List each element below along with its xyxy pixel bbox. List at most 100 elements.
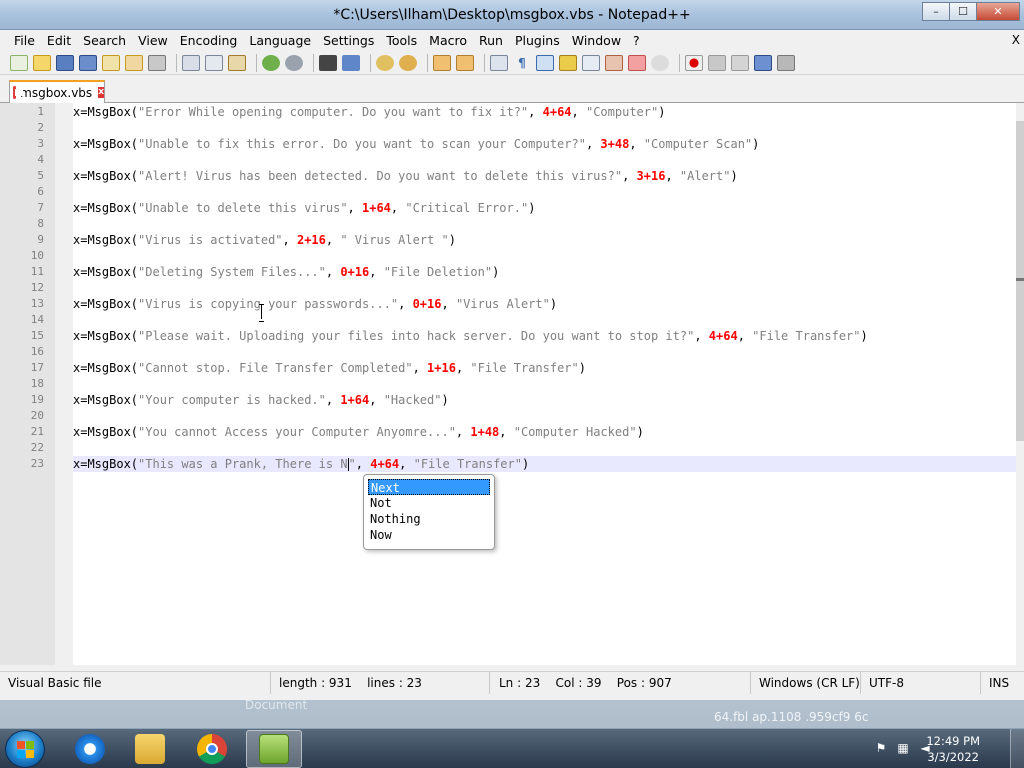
menu-tools[interactable]: Tools [380, 33, 423, 48]
sync-horizontal-icon[interactable] [456, 54, 474, 71]
code-line[interactable] [73, 440, 1016, 456]
record-macro-icon[interactable] [685, 54, 703, 71]
show-desktop-button[interactable] [1010, 729, 1024, 768]
function-call-token: x=MsgBox( [73, 329, 139, 343]
save-icon[interactable] [56, 54, 74, 71]
network-icon[interactable]: ▦ [896, 741, 910, 755]
menu-file[interactable]: File [8, 33, 41, 48]
redo-icon[interactable] [285, 54, 303, 71]
stop-macro-icon[interactable] [708, 54, 726, 71]
code-line[interactable]: x=MsgBox("Deleting System Files...", 0+1… [73, 264, 1016, 280]
menu-search[interactable]: Search [77, 33, 132, 48]
separator-token: , [325, 233, 341, 247]
code-line[interactable] [73, 344, 1016, 360]
action-center-flag-icon[interactable]: ⚑ [874, 741, 888, 755]
code-line[interactable] [73, 120, 1016, 136]
code-line[interactable]: x=MsgBox("This was a Prank, There is N",… [73, 456, 1016, 472]
taskbar-file-explorer[interactable] [122, 730, 178, 768]
new-file-icon[interactable] [10, 54, 28, 71]
menu-language[interactable]: Language [243, 33, 317, 48]
title-bar[interactable]: *C:\Users\Ilham\Desktop\msgbox.vbs - Not… [0, 0, 1024, 30]
code-line[interactable]: x=MsgBox("Please wait. Uploading your fi… [73, 328, 1016, 344]
zoom-out-icon[interactable] [399, 54, 417, 71]
maximize-button[interactable]: ☐ [949, 2, 977, 21]
monitoring-icon[interactable] [651, 54, 669, 71]
status-encoding[interactable]: UTF-8 [861, 672, 981, 694]
replace-icon[interactable] [342, 54, 360, 71]
code-line[interactable]: x=MsgBox("Alert! Virus has been detected… [73, 168, 1016, 184]
menu-macro[interactable]: Macro [423, 33, 473, 48]
save-all-icon[interactable] [79, 54, 97, 71]
copy-icon[interactable] [205, 54, 223, 71]
close-button[interactable]: ✕ [976, 2, 1020, 21]
status-eol[interactable]: Windows (CR LF) [751, 672, 861, 694]
code-area[interactable]: x=MsgBox("Error While opening computer. … [73, 104, 1016, 665]
function-list-icon[interactable] [605, 54, 623, 71]
indent-guide-icon[interactable] [536, 54, 554, 71]
tab-close-icon[interactable]: x [98, 87, 104, 98]
code-line[interactable]: x=MsgBox("Unable to delete this virus", … [73, 200, 1016, 216]
code-line[interactable] [73, 280, 1016, 296]
toolbar-separator [176, 53, 177, 72]
system-clock[interactable]: 12:49 PM 3/3/2022 [926, 733, 980, 765]
code-line[interactable] [73, 376, 1016, 392]
status-insert-mode[interactable]: INS [981, 672, 1024, 694]
toolbar-separator [370, 53, 371, 72]
folder-workspace-icon[interactable] [628, 54, 646, 71]
code-line[interactable] [73, 248, 1016, 264]
code-line[interactable]: x=MsgBox("Error While opening computer. … [73, 104, 1016, 120]
menu-view[interactable]: View [132, 33, 174, 48]
taskbar-notepad-plus-plus[interactable] [246, 730, 302, 768]
taskbar-chrome[interactable] [184, 730, 240, 768]
save-macro-icon[interactable] [777, 54, 795, 71]
paste-icon[interactable] [228, 54, 246, 71]
user-language-icon[interactable] [559, 54, 577, 71]
word-wrap-icon[interactable] [490, 54, 508, 71]
line-number: 8 [37, 217, 44, 230]
find-icon[interactable] [319, 54, 337, 71]
code-line[interactable] [73, 216, 1016, 232]
code-line[interactable]: x=MsgBox("Unable to fix this error. Do y… [73, 136, 1016, 152]
document-map-icon[interactable] [582, 54, 600, 71]
sync-vertical-icon[interactable] [433, 54, 451, 71]
close-file-icon[interactable] [102, 54, 120, 71]
autocomplete-item[interactable]: Not [368, 495, 490, 511]
code-line[interactable]: x=MsgBox("Virus is copying your password… [73, 296, 1016, 312]
minimize-button[interactable]: – [922, 2, 950, 21]
zoom-in-icon[interactable] [376, 54, 394, 71]
play-macro-icon[interactable] [731, 54, 749, 71]
print-icon[interactable] [148, 54, 166, 71]
code-line[interactable]: x=MsgBox("Your computer is hacked.", 1+6… [73, 392, 1016, 408]
autocomplete-item[interactable]: Now [368, 527, 490, 543]
menu-plugins[interactable]: Plugins [509, 33, 566, 48]
close-all-icon[interactable] [125, 54, 143, 71]
menu-edit[interactable]: Edit [41, 33, 77, 48]
menu-settings[interactable]: Settings [317, 33, 380, 48]
open-file-icon[interactable] [33, 54, 51, 71]
code-line[interactable]: x=MsgBox("Cannot stop. File Transfer Com… [73, 360, 1016, 376]
document-close-icon[interactable]: X [1012, 33, 1020, 47]
scrollbar-thumb[interactable] [1016, 121, 1024, 441]
taskbar-internet-explorer[interactable] [62, 730, 118, 768]
code-line[interactable] [73, 408, 1016, 424]
undo-icon[interactable] [262, 54, 280, 71]
menu-encoding[interactable]: Encoding [174, 33, 244, 48]
tab-msgbox-vbs[interactable]: msgbox.vbs x [9, 80, 105, 103]
menu-help[interactable]: ? [627, 33, 646, 48]
show-all-characters-icon[interactable]: ¶ [513, 54, 531, 71]
autocomplete-item[interactable]: Nothing [368, 511, 490, 527]
scrollbar-grip [1016, 278, 1024, 281]
vertical-scrollbar[interactable] [1016, 103, 1024, 665]
menu-window[interactable]: Window [566, 33, 627, 48]
autocomplete-item[interactable]: Next [368, 479, 490, 495]
start-button[interactable] [5, 730, 45, 768]
code-line[interactable] [73, 312, 1016, 328]
code-editor[interactable]: 1 2 3 4 5 6 7 8 9 10 11 12 13 14 15 16 17 18 19 20 21 22 23 x=… [0, 103, 1024, 665]
run-macro-multiple-icon[interactable] [754, 54, 772, 71]
code-line[interactable] [73, 184, 1016, 200]
code-line[interactable]: x=MsgBox("Virus is activated", 2+16, " V… [73, 232, 1016, 248]
cut-icon[interactable] [182, 54, 200, 71]
code-line[interactable] [73, 152, 1016, 168]
menu-run[interactable]: Run [473, 33, 509, 48]
code-line[interactable]: x=MsgBox("You cannot Access your Compute… [73, 424, 1016, 440]
